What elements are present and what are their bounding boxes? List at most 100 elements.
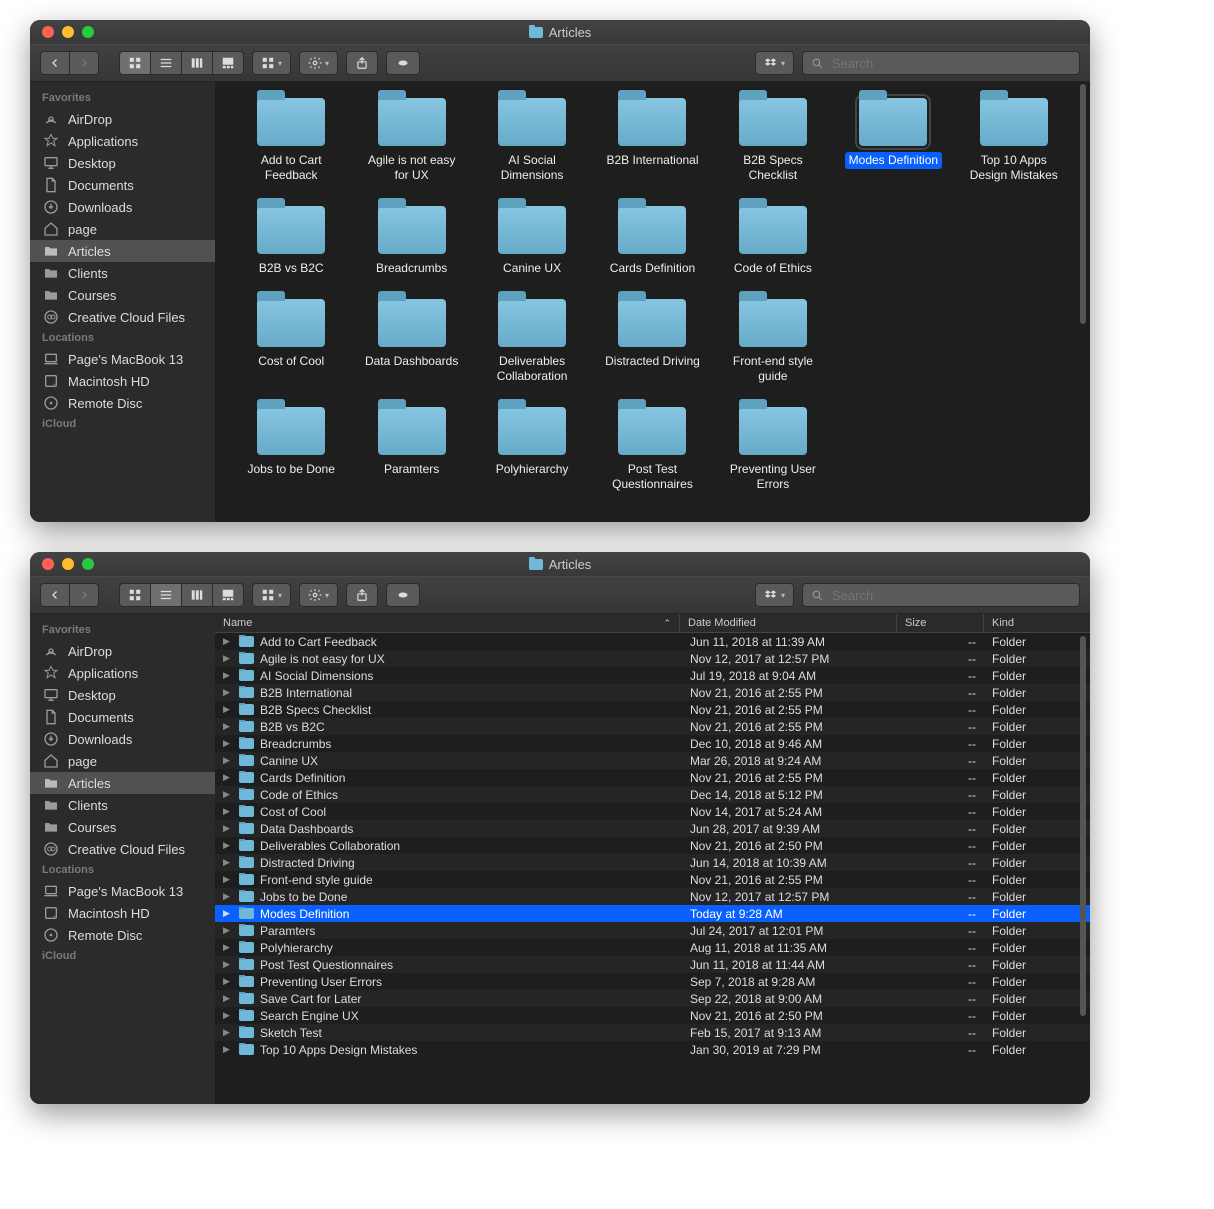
table-row[interactable]: ▶Modes DefinitionToday at 9:28 AM--Folde… — [215, 905, 1090, 922]
table-row[interactable]: ▶Cost of CoolNov 14, 2017 at 5:24 AM--Fo… — [215, 803, 1090, 820]
disclosure-triangle-icon[interactable]: ▶ — [223, 959, 233, 970]
search-field[interactable] — [802, 51, 1080, 75]
table-row[interactable]: ▶Distracted DrivingJun 14, 2018 at 10:39… — [215, 854, 1090, 871]
view-gallery-button[interactable] — [212, 583, 244, 607]
column-header-size[interactable]: Size — [897, 614, 984, 632]
view-icon-button[interactable] — [119, 583, 150, 607]
folder-item[interactable]: Front-end style guide — [717, 295, 829, 385]
sidebar-item-documents[interactable]: Documents — [30, 706, 215, 728]
disclosure-triangle-icon[interactable]: ▶ — [223, 908, 233, 919]
action-button[interactable]: ▾ — [299, 51, 338, 75]
arrange-button[interactable]: ▾ — [252, 51, 291, 75]
sidebar-item-applications[interactable]: Applications — [30, 130, 215, 152]
dropbox-button[interactable]: ▾ — [755, 51, 794, 75]
disclosure-triangle-icon[interactable]: ▶ — [223, 704, 233, 715]
disclosure-triangle-icon[interactable]: ▶ — [223, 687, 233, 698]
sidebar-item-page-s-macbook-13[interactable]: Page's MacBook 13 — [30, 348, 215, 370]
sidebar-item-desktop[interactable]: Desktop — [30, 684, 215, 706]
table-row[interactable]: ▶Search Engine UXNov 21, 2016 at 2:50 PM… — [215, 1007, 1090, 1024]
view-icon-button[interactable] — [119, 51, 150, 75]
zoom-button[interactable] — [82, 26, 94, 38]
scrollbar[interactable] — [1078, 616, 1088, 1102]
table-row[interactable]: ▶Data DashboardsJun 28, 2017 at 9:39 AM-… — [215, 820, 1090, 837]
folder-item[interactable]: Top 10 Apps Design Mistakes — [958, 94, 1070, 184]
folder-item[interactable]: Jobs to be Done — [235, 403, 347, 493]
table-row[interactable]: ▶ParamtersJul 24, 2017 at 12:01 PM--Fold… — [215, 922, 1090, 939]
folder-item[interactable]: Deliverables Collaboration — [476, 295, 588, 385]
sidebar-item-desktop[interactable]: Desktop — [30, 152, 215, 174]
disclosure-triangle-icon[interactable]: ▶ — [223, 891, 233, 902]
folder-item[interactable]: Paramters — [355, 403, 467, 493]
table-row[interactable]: ▶Add to Cart FeedbackJun 11, 2018 at 11:… — [215, 633, 1090, 650]
table-row[interactable]: ▶Canine UXMar 26, 2018 at 9:24 AM--Folde… — [215, 752, 1090, 769]
table-row[interactable]: ▶Top 10 Apps Design MistakesJan 30, 2019… — [215, 1041, 1090, 1058]
sidebar-item-courses[interactable]: Courses — [30, 816, 215, 838]
folder-item[interactable]: Post Test Questionnaires — [596, 403, 708, 493]
folder-item[interactable]: B2B Specs Checklist — [717, 94, 829, 184]
folder-item[interactable]: Modes Definition — [837, 94, 949, 184]
disclosure-triangle-icon[interactable]: ▶ — [223, 1027, 233, 1038]
table-row[interactable]: ▶Code of EthicsDec 14, 2018 at 5:12 PM--… — [215, 786, 1090, 803]
table-row[interactable]: ▶Sketch TestFeb 15, 2017 at 9:13 AM--Fol… — [215, 1024, 1090, 1041]
view-column-button[interactable] — [181, 51, 212, 75]
view-list-button[interactable] — [150, 51, 181, 75]
disclosure-triangle-icon[interactable]: ▶ — [223, 942, 233, 953]
folder-item[interactable]: Data Dashboards — [355, 295, 467, 385]
column-header-kind[interactable]: Kind — [984, 614, 1090, 632]
folder-item[interactable]: Preventing User Errors — [717, 403, 829, 493]
sidebar-item-downloads[interactable]: Downloads — [30, 196, 215, 218]
search-input[interactable] — [830, 55, 1071, 72]
folder-item[interactable]: Cards Definition — [596, 202, 708, 277]
minimize-button[interactable] — [62, 558, 74, 570]
sidebar-item-articles[interactable]: Articles — [30, 240, 215, 262]
table-row[interactable]: ▶Save Cart for LaterSep 22, 2018 at 9:00… — [215, 990, 1090, 1007]
column-header-date[interactable]: Date Modified — [680, 614, 897, 632]
minimize-button[interactable] — [62, 26, 74, 38]
disclosure-triangle-icon[interactable]: ▶ — [223, 772, 233, 783]
table-row[interactable]: ▶Post Test QuestionnairesJun 11, 2018 at… — [215, 956, 1090, 973]
sidebar-item-macintosh-hd[interactable]: Macintosh HD — [30, 902, 215, 924]
disclosure-triangle-icon[interactable]: ▶ — [223, 1010, 233, 1021]
sidebar-item-clients[interactable]: Clients — [30, 794, 215, 816]
sidebar-item-airdrop[interactable]: AirDrop — [30, 108, 215, 130]
sidebar-item-creative-cloud-files[interactable]: Creative Cloud Files — [30, 306, 215, 328]
disclosure-triangle-icon[interactable]: ▶ — [223, 789, 233, 800]
folder-item[interactable]: B2B vs B2C — [235, 202, 347, 277]
view-list-button[interactable] — [150, 583, 181, 607]
close-button[interactable] — [42, 26, 54, 38]
action-button[interactable]: ▾ — [299, 583, 338, 607]
disclosure-triangle-icon[interactable]: ▶ — [223, 925, 233, 936]
share-button[interactable] — [346, 51, 378, 75]
table-row[interactable]: ▶PolyhierarchyAug 11, 2018 at 11:35 AM--… — [215, 939, 1090, 956]
sidebar-item-page[interactable]: page — [30, 218, 215, 240]
disclosure-triangle-icon[interactable]: ▶ — [223, 636, 233, 647]
folder-item[interactable]: Add to Cart Feedback — [235, 94, 347, 184]
folder-item[interactable]: Code of Ethics — [717, 202, 829, 277]
table-row[interactable]: ▶AI Social DimensionsJul 19, 2018 at 9:0… — [215, 667, 1090, 684]
sidebar-item-airdrop[interactable]: AirDrop — [30, 640, 215, 662]
disclosure-triangle-icon[interactable]: ▶ — [223, 653, 233, 664]
arrange-button[interactable]: ▾ — [252, 583, 291, 607]
zoom-button[interactable] — [82, 558, 94, 570]
forward-button[interactable] — [69, 51, 99, 75]
disclosure-triangle-icon[interactable]: ▶ — [223, 1044, 233, 1055]
tags-button[interactable] — [386, 583, 420, 607]
table-row[interactable]: ▶B2B InternationalNov 21, 2016 at 2:55 P… — [215, 684, 1090, 701]
table-row[interactable]: ▶B2B vs B2CNov 21, 2016 at 2:55 PM--Fold… — [215, 718, 1090, 735]
disclosure-triangle-icon[interactable]: ▶ — [223, 755, 233, 766]
disclosure-triangle-icon[interactable]: ▶ — [223, 840, 233, 851]
sidebar-item-downloads[interactable]: Downloads — [30, 728, 215, 750]
table-row[interactable]: ▶BreadcrumbsDec 10, 2018 at 9:46 AM--Fol… — [215, 735, 1090, 752]
table-row[interactable]: ▶Front-end style guideNov 21, 2016 at 2:… — [215, 871, 1090, 888]
back-button[interactable] — [40, 51, 69, 75]
folder-item[interactable]: Breadcrumbs — [355, 202, 467, 277]
folder-item[interactable]: AI Social Dimensions — [476, 94, 588, 184]
table-row[interactable]: ▶B2B Specs ChecklistNov 21, 2016 at 2:55… — [215, 701, 1090, 718]
dropbox-button[interactable]: ▾ — [755, 583, 794, 607]
search-field[interactable] — [802, 583, 1080, 607]
folder-item[interactable]: Agile is not easy for UX — [355, 94, 467, 184]
sidebar-item-articles[interactable]: Articles — [30, 772, 215, 794]
sidebar-item-macintosh-hd[interactable]: Macintosh HD — [30, 370, 215, 392]
table-row[interactable]: ▶Jobs to be DoneNov 12, 2017 at 12:57 PM… — [215, 888, 1090, 905]
table-row[interactable]: ▶Cards DefinitionNov 21, 2016 at 2:55 PM… — [215, 769, 1090, 786]
